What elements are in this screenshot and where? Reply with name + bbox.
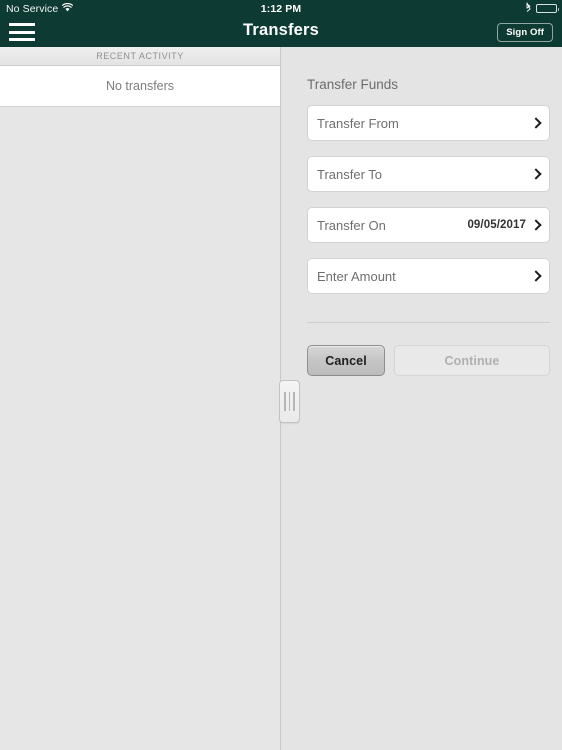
page-title: Transfers — [242, 21, 320, 39]
split-view-drag-handle[interactable] — [279, 380, 300, 423]
cancel-button[interactable]: Cancel — [307, 345, 385, 376]
recent-activity-header: RECENT ACTIVITY — [0, 47, 280, 66]
bluetooth-icon — [525, 2, 532, 16]
drag-grip-line — [293, 392, 295, 411]
battery-icon — [536, 3, 559, 14]
transfer-from-label: Transfer From — [317, 115, 399, 131]
enter-amount-label: Enter Amount — [317, 268, 396, 284]
status-bar-clock: 1:12 PM — [260, 2, 302, 15]
chevron-right-icon — [532, 168, 539, 180]
navigation-bar: Transfers Sign Off — [0, 17, 562, 47]
sign-off-button[interactable]: Sign Off — [497, 23, 553, 42]
transfer-form: Transfer From Transfer To Transfer On 09… — [307, 105, 550, 309]
form-action-buttons: Cancel Continue — [307, 345, 550, 376]
recent-activity-pane: RECENT ACTIVITY No transfers — [0, 47, 281, 750]
transfer-on-value: 09/05/2017 — [467, 219, 526, 231]
transfer-on-label: Transfer On — [317, 217, 386, 233]
transfer-from-row[interactable]: Transfer From — [307, 105, 550, 141]
transfer-on-row[interactable]: Transfer On 09/05/2017 — [307, 207, 550, 243]
content-area: RECENT ACTIVITY No transfers Transfer Fu… — [0, 47, 562, 750]
no-transfers-row: No transfers — [0, 66, 280, 107]
section-header-label: RECENT ACTIVITY — [96, 51, 184, 61]
panel-title: Transfer Funds — [307, 77, 399, 92]
chevron-right-icon — [532, 270, 539, 282]
transfer-to-row[interactable]: Transfer To — [307, 156, 550, 192]
drag-grip-line — [288, 392, 291, 411]
form-divider — [307, 322, 550, 323]
enter-amount-row[interactable]: Enter Amount — [307, 258, 550, 294]
transfer-to-label: Transfer To — [317, 166, 383, 182]
status-bar-right — [525, 2, 559, 16]
empty-state-label: No transfers — [105, 79, 175, 93]
continue-button: Continue — [394, 345, 550, 376]
transfer-funds-pane: Transfer Funds Transfer From Transfer To… — [282, 47, 562, 750]
app-screen: No Service 1:12 PM Transfers Sign Off RE… — [0, 0, 562, 750]
chevron-right-icon — [532, 219, 539, 231]
drag-grip-line — [284, 392, 286, 411]
status-bar: No Service 1:12 PM — [0, 0, 562, 17]
chevron-right-icon — [532, 117, 539, 129]
